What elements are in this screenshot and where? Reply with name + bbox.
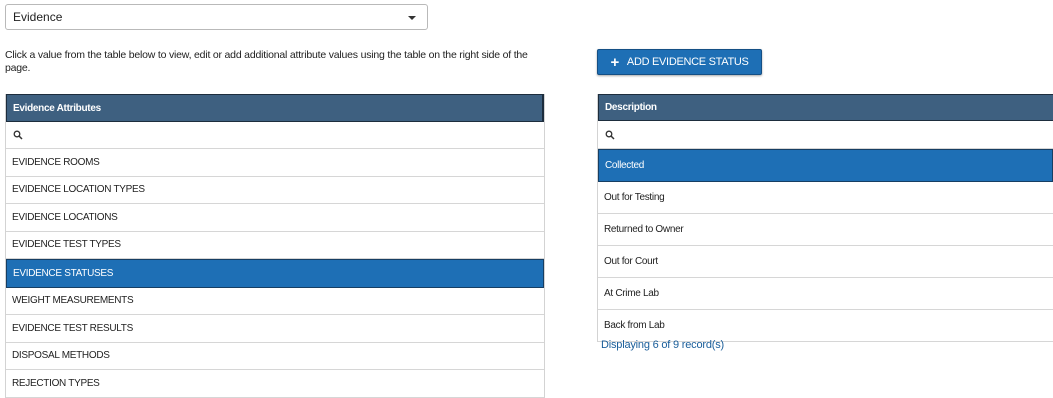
search-icon bbox=[13, 130, 23, 140]
value-row-at-crime-lab[interactable]: At Crime Lab bbox=[598, 278, 1053, 310]
attribute-row-evidence-rooms[interactable]: EVIDENCE ROOMS bbox=[6, 149, 544, 177]
attributes-table-header: Evidence Attributes bbox=[6, 94, 544, 122]
values-table: Description Collected Out for Testing Re… bbox=[597, 94, 1053, 342]
search-icon bbox=[605, 130, 615, 140]
attribute-row-evidence-test-types[interactable]: EVIDENCE TEST TYPES bbox=[6, 231, 544, 259]
attribute-row-evidence-location-types[interactable]: EVIDENCE LOCATION TYPES bbox=[6, 176, 544, 204]
value-row-returned-to-owner[interactable]: Returned to Owner bbox=[598, 214, 1053, 246]
attribute-row-disposal-methods[interactable]: DISPOSAL METHODS bbox=[6, 342, 544, 370]
attribute-row-weight-measurements[interactable]: WEIGHT MEASUREMENTS bbox=[6, 287, 544, 315]
attributes-filter-row[interactable] bbox=[6, 122, 544, 149]
add-button-label: ADD EVIDENCE STATUS bbox=[626, 56, 749, 68]
chevron-down-icon bbox=[408, 16, 416, 20]
instructions-text: Click a value from the table below to vi… bbox=[5, 49, 528, 74]
value-row-collected[interactable]: Collected bbox=[598, 149, 1053, 182]
value-row-out-for-court[interactable]: Out for Court bbox=[598, 246, 1053, 278]
attribute-row-rejection-types[interactable]: REJECTION TYPES bbox=[6, 370, 544, 398]
attributes-table: Evidence Attributes EVIDENCE ROOMS EVIDE… bbox=[5, 94, 545, 398]
module-select[interactable]: Evidence bbox=[5, 4, 428, 30]
values-filter-row[interactable] bbox=[598, 121, 1053, 149]
attribute-row-evidence-locations[interactable]: EVIDENCE LOCATIONS bbox=[6, 204, 544, 232]
module-select-value: Evidence bbox=[13, 10, 63, 24]
attribute-row-evidence-test-results[interactable]: EVIDENCE TEST RESULTS bbox=[6, 315, 544, 343]
value-row-out-for-testing[interactable]: Out for Testing bbox=[598, 182, 1053, 214]
value-row-back-from-lab[interactable]: Back from Lab bbox=[598, 310, 1053, 342]
values-table-header: Description bbox=[598, 94, 1053, 121]
plus-icon: + bbox=[610, 53, 619, 71]
add-evidence-status-button[interactable]: + ADD EVIDENCE STATUS bbox=[597, 49, 762, 75]
attribute-row-evidence-statuses[interactable]: EVIDENCE STATUSES bbox=[6, 259, 544, 288]
record-count-text: Displaying 6 of 9 record(s) bbox=[601, 339, 724, 351]
